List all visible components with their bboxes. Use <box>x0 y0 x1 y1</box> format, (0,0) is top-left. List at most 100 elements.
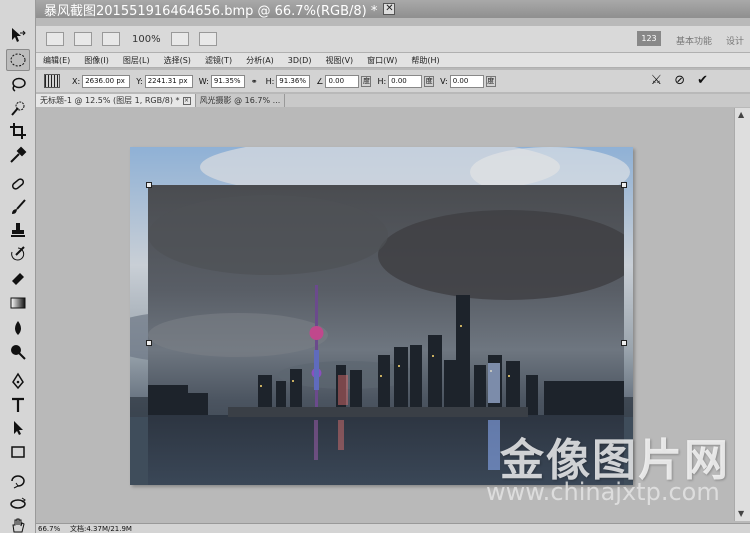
history-brush-icon <box>11 246 25 261</box>
rotate-angle-field[interactable]: 0.00 <box>325 74 360 88</box>
history-brush-tool[interactable] <box>6 243 30 265</box>
pen-icon <box>12 372 24 390</box>
close-document-button[interactable]: ✕ <box>383 3 396 15</box>
zoom-dropdown[interactable]: 100% <box>132 34 161 45</box>
menu-layer[interactable]: 图层(L) <box>116 55 157 66</box>
angle-unit: 度 <box>361 75 372 87</box>
transform-handle-middle-right[interactable] <box>621 340 627 346</box>
tools-panel <box>0 0 36 533</box>
hand-tool[interactable] <box>6 514 30 533</box>
width-scale-field[interactable]: 91.35% <box>210 74 245 88</box>
hand-icon <box>12 518 25 533</box>
menu-window[interactable]: 窗口(W) <box>360 55 404 66</box>
clone-stamp-tool[interactable] <box>6 219 30 241</box>
menu-bar: 编辑(E) 图像(I) 图层(L) 选择(S) 滤镜(T) 分析(A) 3D(D… <box>36 52 750 68</box>
document-title-bar: 暴风截图201551916464656.bmp @ 66.7%(RGB/8) *… <box>36 0 750 19</box>
cancel-transform-icon[interactable]: ⊘ <box>674 73 685 88</box>
type-icon <box>12 397 24 412</box>
mini-bridge-icon[interactable] <box>74 32 92 46</box>
pen-tool[interactable] <box>6 370 30 392</box>
workspace-badge[interactable]: 123 <box>637 31 661 46</box>
workspace-design[interactable]: 设计 <box>726 34 744 47</box>
menu-help[interactable]: 帮助(H) <box>404 55 446 66</box>
menu-edit[interactable]: 编辑(E) <box>36 55 77 66</box>
document-tabs: 无标题-1 @ 12.5% (图层 1, RGB/8) * × 风光摄影 @ 1… <box>36 94 750 107</box>
transform-options-bar: X: 2636.00 px Y: 2241.31 px W: 91.35% ⚭ … <box>36 70 750 92</box>
transform-handle-top-right[interactable] <box>621 182 627 188</box>
3d-orbit-tool[interactable] <box>6 493 30 515</box>
warp-mode-icon[interactable]: ⚔ <box>651 73 663 88</box>
dodge-tool[interactable] <box>6 341 30 363</box>
document-info[interactable]: 文档:4.37M/21.9M <box>56 524 132 533</box>
type-tool[interactable] <box>6 394 30 416</box>
height-label: H: <box>265 76 275 86</box>
horizontal-skew-field[interactable]: 0.00 <box>388 74 423 88</box>
brush-tool[interactable] <box>6 196 30 218</box>
arrange-documents-icon[interactable] <box>170 32 189 46</box>
menu-3d[interactable]: 3D(D) <box>281 56 319 65</box>
width-label: W: <box>198 76 209 86</box>
tab-landscape[interactable]: 风光摄影 @ 16.7% ... <box>196 94 286 107</box>
quick-select-tool[interactable] <box>6 97 30 119</box>
reference-point-icon[interactable] <box>44 74 60 88</box>
eyedropper-tool[interactable] <box>6 144 30 166</box>
dodge-icon <box>11 345 26 360</box>
clone-stamp-icon <box>11 223 25 237</box>
zoom-level[interactable]: 66.7% <box>36 525 60 533</box>
menu-select[interactable]: 选择(S) <box>157 55 198 66</box>
crop-icon <box>10 123 26 139</box>
transform-handle-top-left[interactable] <box>146 182 152 188</box>
menu-view[interactable]: 视图(V) <box>318 55 360 66</box>
menu-analysis[interactable]: 分析(A) <box>239 55 281 66</box>
tab-label: 风光摄影 @ 16.7% ... <box>199 96 281 105</box>
vskew-label: V: <box>440 76 448 86</box>
x-position-field[interactable]: 2636.00 px <box>82 74 131 88</box>
close-icon[interactable]: × <box>182 96 191 105</box>
marquee-tool[interactable] <box>6 49 30 71</box>
lasso-tool[interactable] <box>6 74 30 96</box>
tab-untitled-1[interactable]: 无标题-1 @ 12.5% (图层 1, RGB/8) * × <box>36 94 196 107</box>
move-icon <box>12 28 26 42</box>
3d-rotate-tool[interactable] <box>6 470 30 492</box>
scroll-up-icon[interactable]: ▲ <box>738 110 748 120</box>
bridge-icon[interactable] <box>46 32 64 46</box>
screen-mode-icon[interactable] <box>198 32 217 46</box>
vskew-unit: 度 <box>485 75 496 87</box>
link-icon[interactable]: ⚭ <box>251 77 258 86</box>
blur-tool[interactable] <box>6 317 30 339</box>
path-select-icon <box>14 421 23 435</box>
menu-image[interactable]: 图像(I) <box>77 55 116 66</box>
application-bar: 100% 123 基本功能 设计 <box>36 26 750 52</box>
gradient-tool[interactable] <box>6 292 30 314</box>
document-title: 暴风截图201551916464656.bmp @ 66.7%(RGB/8) * <box>44 3 378 19</box>
eraser-tool[interactable] <box>6 267 30 289</box>
vertical-skew-field[interactable]: 0.00 <box>449 74 484 88</box>
eyedropper-icon <box>10 146 27 163</box>
workspace-essentials[interactable]: 基本功能 <box>676 34 712 47</box>
commit-transform-icon[interactable]: ✔ <box>697 73 708 88</box>
transform-handle-middle-left[interactable] <box>146 340 152 346</box>
blur-icon <box>15 321 21 335</box>
status-bar: 66.7% 文档:4.37M/21.9M <box>36 523 750 533</box>
shape-icon <box>11 446 25 458</box>
transform-commit-group: ⚔ ⊘ ✔ <box>651 73 708 88</box>
crop-tool[interactable] <box>6 120 30 142</box>
scroll-down-icon[interactable]: ▼ <box>738 509 748 519</box>
height-scale-field[interactable]: 91.36% <box>276 74 311 88</box>
tab-label: 无标题-1 @ 12.5% (图层 1, RGB/8) * <box>40 96 180 105</box>
shape-tool[interactable] <box>6 441 30 463</box>
3d-rotate-icon <box>11 475 25 489</box>
marquee-icon <box>10 53 26 67</box>
hskew-label: H: <box>377 76 387 86</box>
3d-orbit-icon <box>10 497 26 509</box>
y-position-field[interactable]: 2241.31 px <box>144 74 193 88</box>
path-select-tool[interactable] <box>6 417 30 439</box>
vertical-scrollbar[interactable]: ▲ ▼ <box>734 108 750 521</box>
menu-filter[interactable]: 滤镜(T) <box>198 55 239 66</box>
eraser-icon <box>12 273 24 285</box>
brush-icon <box>12 199 26 214</box>
x-label: X: <box>72 76 81 86</box>
move-tool[interactable] <box>6 24 30 46</box>
healing-brush-tool[interactable] <box>6 173 30 195</box>
view-extras-icon[interactable] <box>102 32 120 46</box>
